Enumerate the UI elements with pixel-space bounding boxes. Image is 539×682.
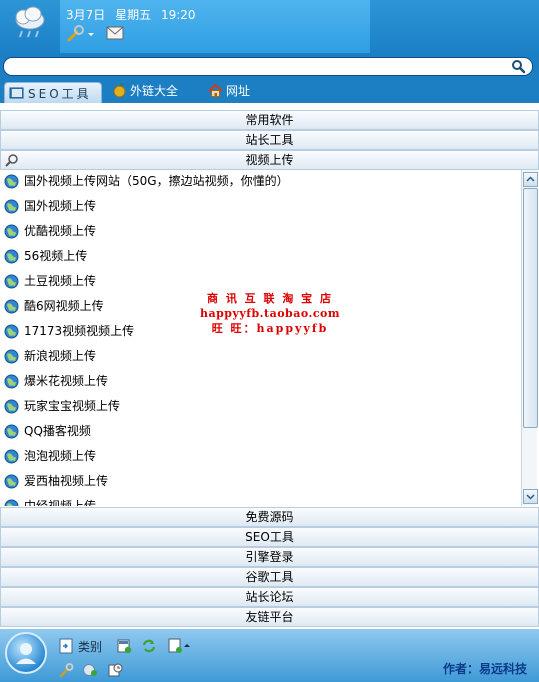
new-page-dropdown-icon[interactable]	[167, 638, 191, 654]
category-webmaster-forum[interactable]: 站长论坛	[0, 587, 539, 607]
category-common-software[interactable]: 常用软件	[0, 110, 539, 130]
list-item-label: 56视频上传	[24, 249, 88, 263]
search-icon	[5, 154, 18, 167]
scroll-thumb[interactable]	[523, 188, 538, 428]
globe-icon	[4, 299, 19, 314]
globe-icon	[4, 174, 19, 189]
home-icon	[208, 83, 223, 97]
globe-icon	[4, 349, 19, 364]
tab-external-links[interactable]: 外链大全	[108, 80, 188, 102]
globe-icon	[4, 449, 19, 464]
datetime: 3月7日 星期五 19:20	[66, 6, 202, 23]
tab-seo-tools[interactable]: SEO工具	[4, 82, 102, 104]
category-google-tools[interactable]: 谷歌工具	[0, 567, 539, 587]
watermark-line: 商 讯 互 联 淘 宝 店	[207, 292, 333, 305]
list-item-label: 中经视频上传	[24, 499, 97, 506]
globe-icon	[4, 324, 19, 339]
list-item-label: 国外视频上传	[24, 199, 97, 213]
home-orb-button[interactable]	[5, 632, 47, 674]
category-label: 视频上传	[245, 153, 294, 167]
category-webmaster-tools[interactable]: 站长工具	[0, 130, 539, 150]
globe-icon	[4, 274, 19, 289]
list-item-label: QQ播客视频	[24, 424, 91, 438]
scroll-up-button[interactable]	[523, 172, 538, 187]
list-item-label: 国外视频上传网站（50G，擦边站视频，你懂的）	[24, 174, 289, 188]
search-input[interactable]	[12, 58, 502, 75]
globe-icon	[4, 424, 19, 439]
globe-icon	[4, 374, 19, 389]
category-icon[interactable]	[58, 638, 74, 654]
content-panel: 常用软件 站长工具 视频上传 国外视频上传网站（50G，擦边站视频，你懂的） 国…	[0, 103, 539, 629]
date-text: 3月7日	[66, 8, 106, 22]
watermark-line: happyyfb.taobao.com	[199, 307, 341, 320]
category-label[interactable]: 类别	[78, 638, 102, 655]
tab-websites[interactable]: 网址	[204, 80, 264, 102]
globe-icon	[4, 399, 19, 414]
category-free-source[interactable]: 免费源码	[0, 507, 539, 527]
globe-icon	[4, 474, 19, 489]
user-icon	[16, 643, 36, 664]
category-engine-submit[interactable]: 引擎登录	[0, 547, 539, 567]
list-item-label: 新浪视频上传	[24, 349, 97, 363]
search-bar	[3, 57, 533, 76]
chevron-down-icon	[526, 494, 535, 500]
footer-bar: 类别 作者：易远科技	[0, 629, 539, 682]
list-item-label: 优酷视频上传	[24, 224, 97, 238]
list-item-label: 泡泡视频上传	[24, 449, 97, 463]
list-item-label: 酷6网视频上传	[24, 299, 104, 313]
clock-page-icon[interactable]	[107, 662, 123, 678]
mail-icon[interactable]	[106, 26, 124, 40]
list-scrollbar[interactable]	[521, 170, 538, 506]
apple-icon	[113, 83, 126, 97]
list-item-label: 土豆视频上传	[24, 274, 97, 288]
wrench-icon[interactable]	[66, 25, 96, 43]
globe-icon	[4, 249, 19, 264]
tab-label: 网址	[226, 84, 251, 98]
cloud-rain-icon[interactable]	[10, 4, 50, 40]
list-item-label: 爆米花视频上传	[24, 374, 109, 388]
category-video-upload[interactable]: 视频上传	[0, 150, 539, 170]
book-icon	[9, 87, 24, 99]
scroll-down-button[interactable]	[523, 489, 538, 504]
category-friendly-links[interactable]: 友链平台	[0, 607, 539, 627]
weekday-text: 星期五	[115, 8, 152, 22]
link-list: 国外视频上传网站（50G，擦边站视频，你懂的） 国外视频上传 优酷视频上传 56…	[0, 170, 521, 506]
chevron-up-icon	[526, 176, 535, 182]
search-icon[interactable]	[511, 59, 526, 74]
globe-icon	[4, 199, 19, 214]
list-item-label: 爱西柚视频上传	[24, 474, 109, 488]
tab-label: SEO工具	[28, 87, 92, 101]
wrench-icon[interactable]	[58, 662, 74, 678]
tab-label: 外链大全	[130, 84, 179, 98]
watermark-line: 旺 旺：happyyfb	[211, 322, 329, 335]
list-item-label: 17173视频视频上传	[24, 324, 135, 338]
globe-add-icon[interactable]	[82, 662, 98, 678]
refresh-icon[interactable]	[141, 638, 157, 654]
watermark-text: 商 讯 互 联 淘 宝 店 happyyfb.taobao.com 旺 旺：ha…	[150, 291, 390, 336]
list-item-label: 玩家宝宝视频上传	[24, 399, 121, 413]
page-add-icon[interactable]	[116, 638, 132, 654]
globe-icon	[4, 224, 19, 239]
header-bar: 3月7日 星期五 19:20	[0, 0, 539, 55]
author-label: 作者：易远科技	[442, 662, 527, 676]
time-text: 19:20	[160, 8, 196, 22]
globe-icon	[4, 499, 19, 506]
category-seo-tools[interactable]: SEO工具	[0, 527, 539, 547]
